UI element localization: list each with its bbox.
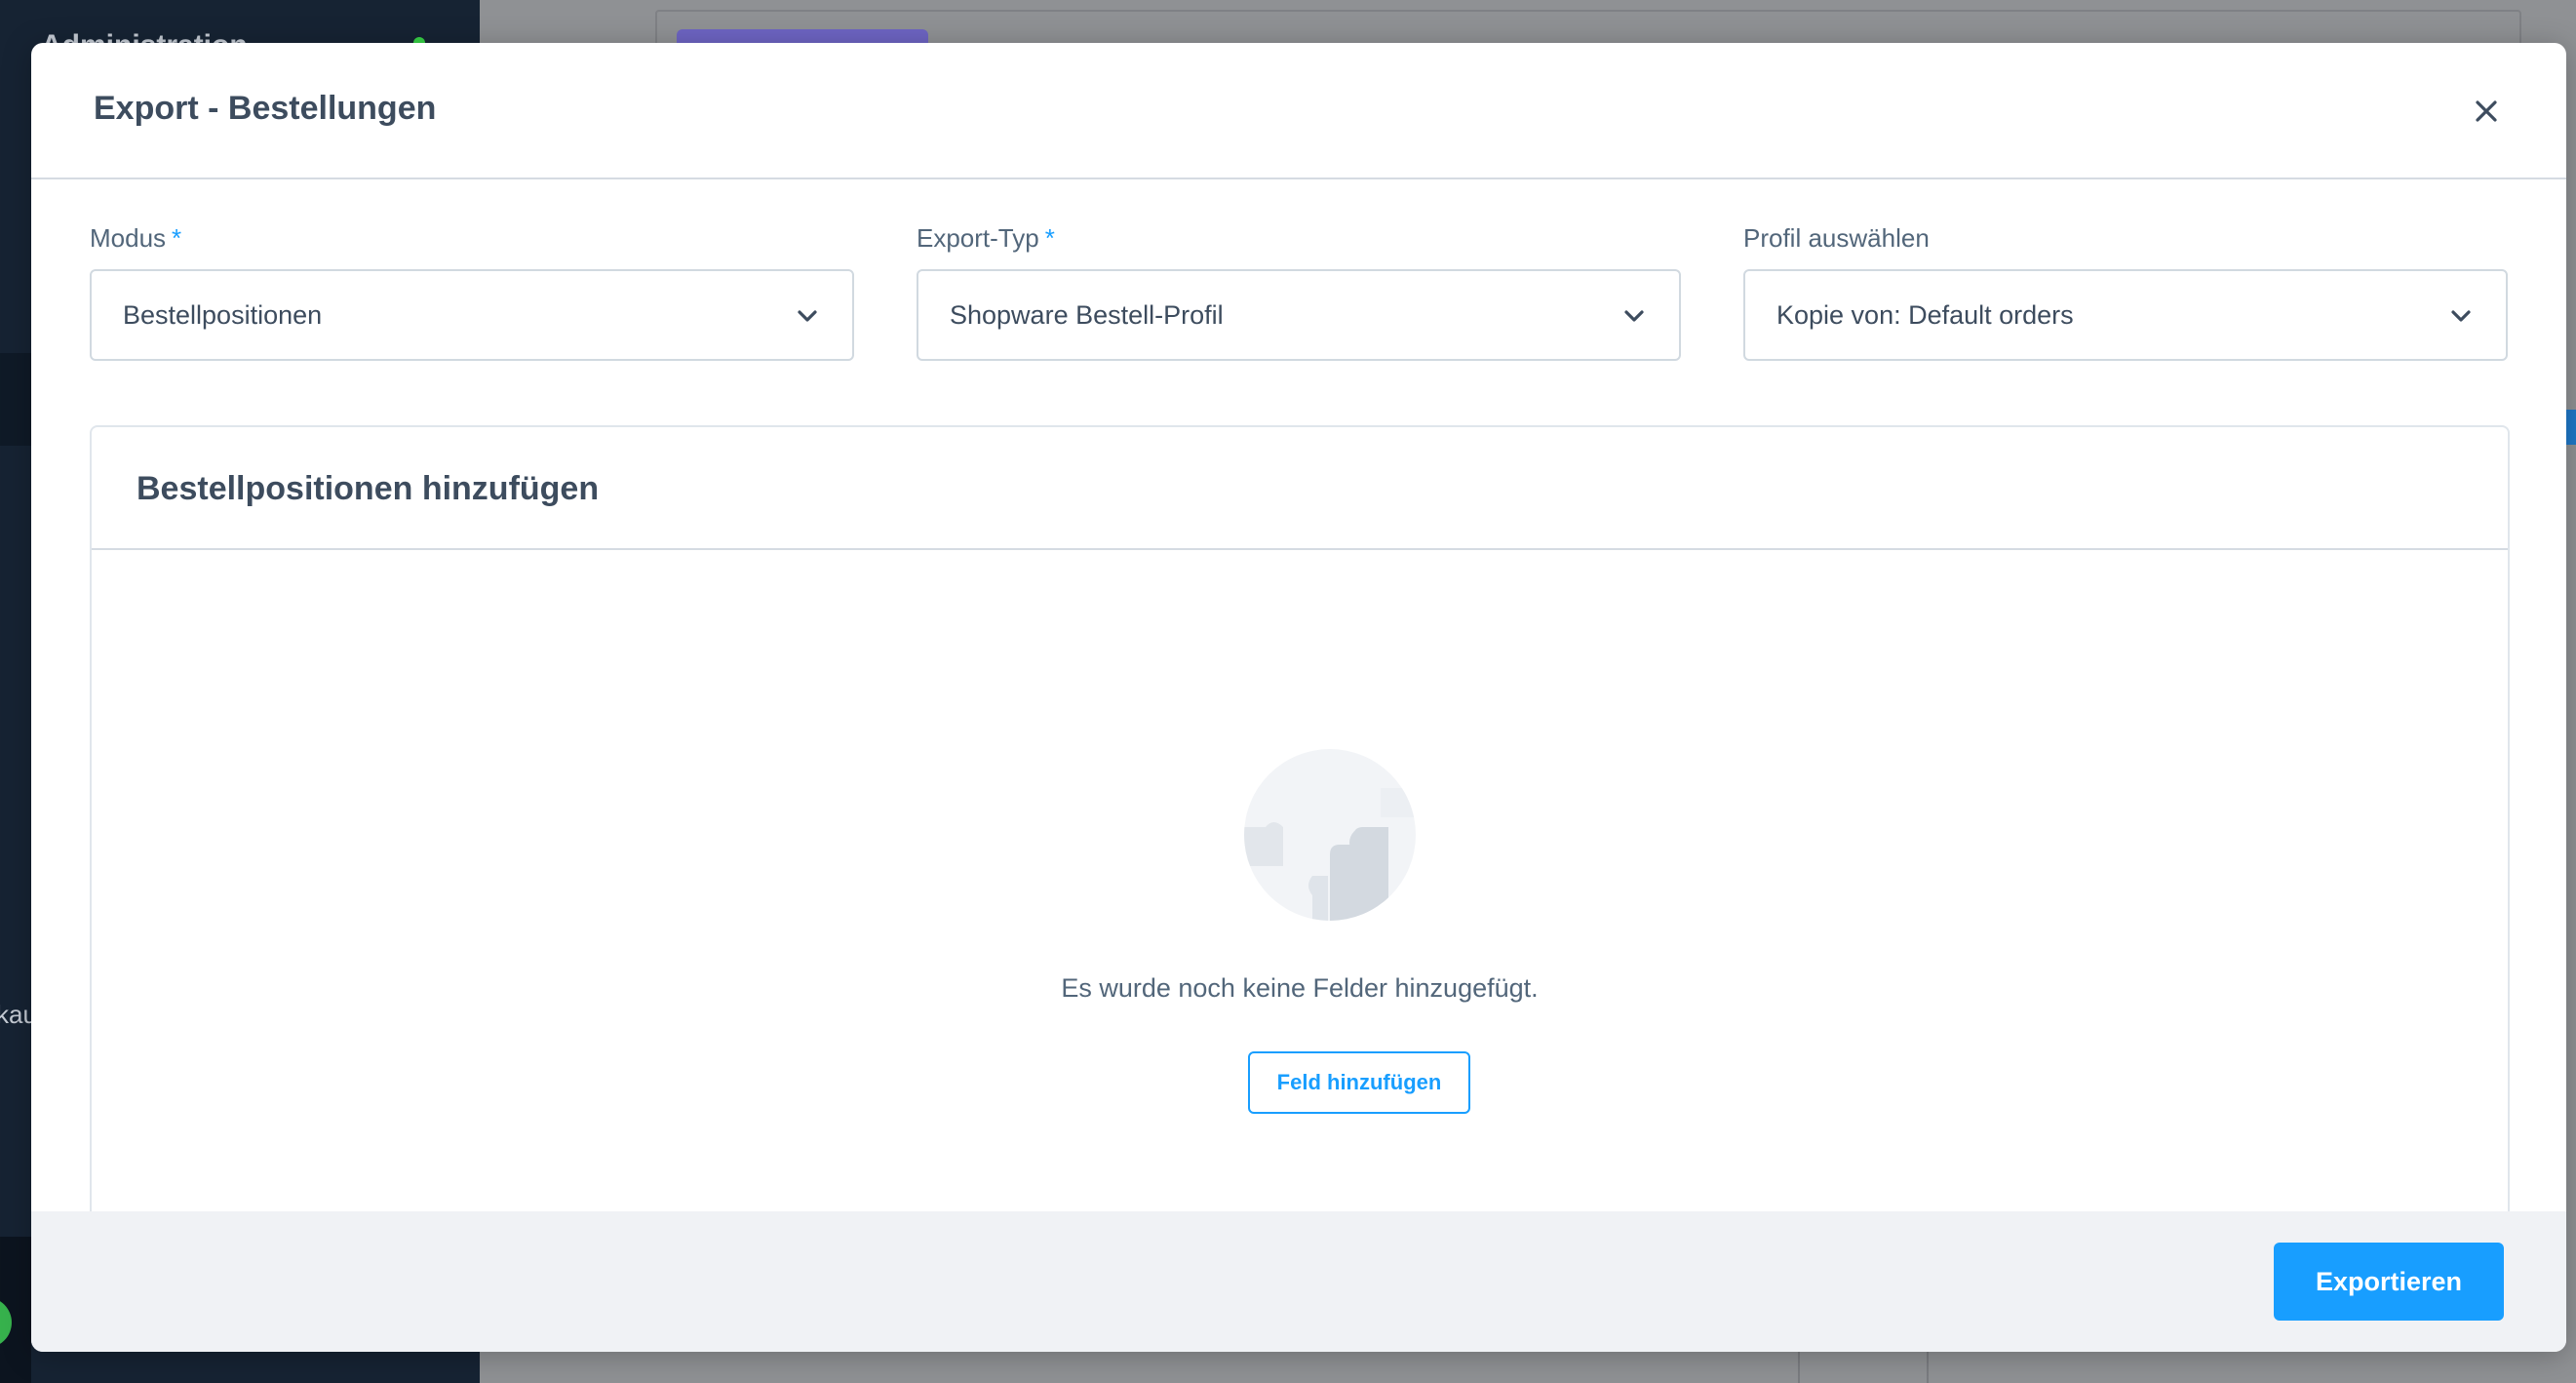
export-modal: Export - Bestellungen Modus * Bestellposi…: [31, 43, 2566, 1352]
export-type-select-value: Shopware Bestell-Profil: [950, 300, 1224, 330]
required-marker: *: [1044, 223, 1055, 253]
background-link-fragment: [2566, 410, 2576, 445]
order-positions-card: Bestellpositionen hinzufügen Es wurde no…: [90, 425, 2510, 1284]
mode-label: Modus: [90, 223, 167, 253]
background-divider: [1927, 1352, 1929, 1383]
empty-state-text: Es wurde noch keine Felder hinzugefügt.: [1061, 973, 1539, 1003]
puzzle-empty-state-icon: [1244, 749, 1416, 921]
profile-select-value: Kopie von: Default orders: [1776, 300, 2074, 330]
export-type-select[interactable]: Shopware Bestell-Profil: [917, 269, 1681, 361]
profile-label: Profil auswählen: [1743, 223, 1930, 253]
export-button[interactable]: Exportieren: [2274, 1243, 2504, 1321]
card-header: Bestellpositionen hinzufügen: [92, 427, 2508, 550]
mode-field: Modus * Bestellpositionen: [90, 218, 854, 361]
card-title: Bestellpositionen hinzufügen: [137, 470, 600, 507]
mode-select-value: Bestellpositionen: [123, 300, 323, 330]
required-marker: *: [172, 223, 182, 253]
modal-header: Export - Bestellungen: [31, 43, 2566, 179]
close-button[interactable]: [2465, 90, 2508, 133]
add-field-button[interactable]: Feld hinzufügen: [1248, 1051, 1470, 1114]
export-type-label: Export-Typ: [917, 223, 1039, 253]
profile-select[interactable]: Kopie von: Default orders: [1743, 269, 2508, 361]
modal-title: Export - Bestellungen: [94, 90, 437, 127]
mode-select[interactable]: Bestellpositionen: [90, 269, 854, 361]
sidebar-active-band: [0, 353, 31, 446]
chevron-down-icon: [798, 310, 817, 322]
background-divider: [1798, 1352, 1800, 1383]
chevron-down-icon: [1624, 310, 1644, 322]
chevron-down-icon: [2451, 310, 2471, 322]
profile-field: Profil auswählen Kopie von: Default orde…: [1743, 218, 2508, 361]
modal-footer: Exportieren: [31, 1211, 2566, 1352]
export-type-field: Export-Typ * Shopware Bestell-Profil: [917, 218, 1681, 361]
close-icon: [2476, 100, 2497, 122]
